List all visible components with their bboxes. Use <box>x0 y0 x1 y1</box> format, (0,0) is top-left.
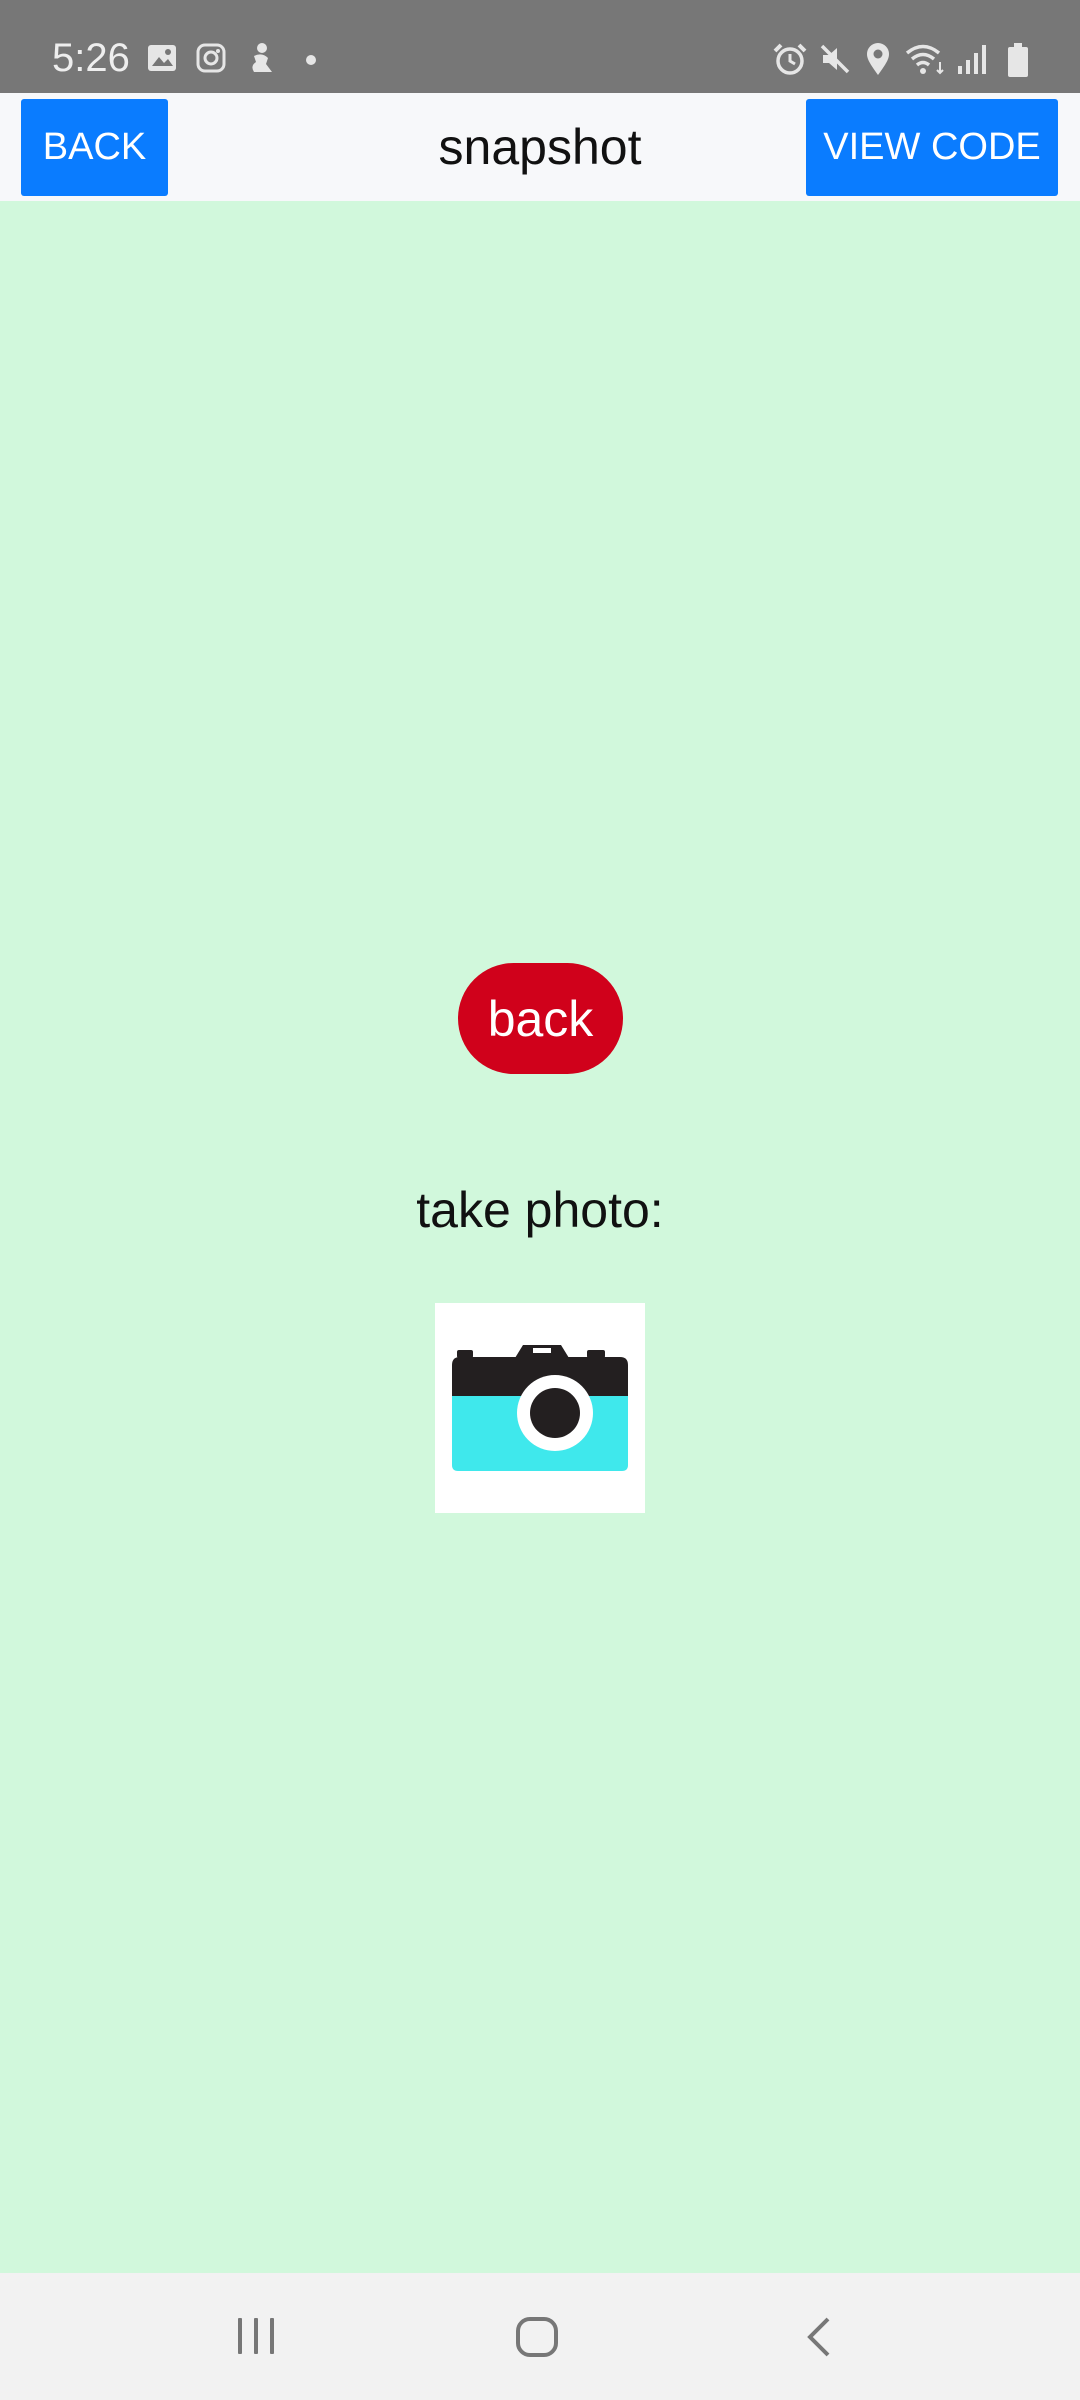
home-icon[interactable] <box>515 2316 559 2358</box>
instagram-icon <box>196 43 226 73</box>
image-icon <box>148 45 176 71</box>
main-content: back take photo: <box>0 201 1080 2273</box>
back-button[interactable]: back <box>458 963 623 1074</box>
header-back-button[interactable]: BACK <box>21 99 168 196</box>
mute-icon <box>820 44 850 74</box>
wifi-icon <box>905 44 944 75</box>
back-nav-icon[interactable] <box>804 2316 834 2358</box>
figure-icon <box>252 43 272 72</box>
take-photo-label: take photo: <box>416 1182 664 1238</box>
signal-icon <box>958 45 986 74</box>
status-bar: 5:26 <box>0 0 1080 93</box>
alarm-icon <box>773 43 807 75</box>
status-time: 5:26 <box>52 36 130 80</box>
dot-icon <box>306 55 316 65</box>
view-code-button[interactable]: VIEW CODE <box>806 99 1058 196</box>
location-icon <box>867 43 889 75</box>
recent-apps-icon[interactable] <box>234 2316 280 2356</box>
camera-icon <box>452 1345 628 1471</box>
take-photo-button[interactable] <box>435 1303 645 1513</box>
system-nav-bar <box>0 2273 1080 2400</box>
battery-icon <box>1008 43 1028 77</box>
app-header: snapshot BACK VIEW CODE <box>0 93 1080 201</box>
